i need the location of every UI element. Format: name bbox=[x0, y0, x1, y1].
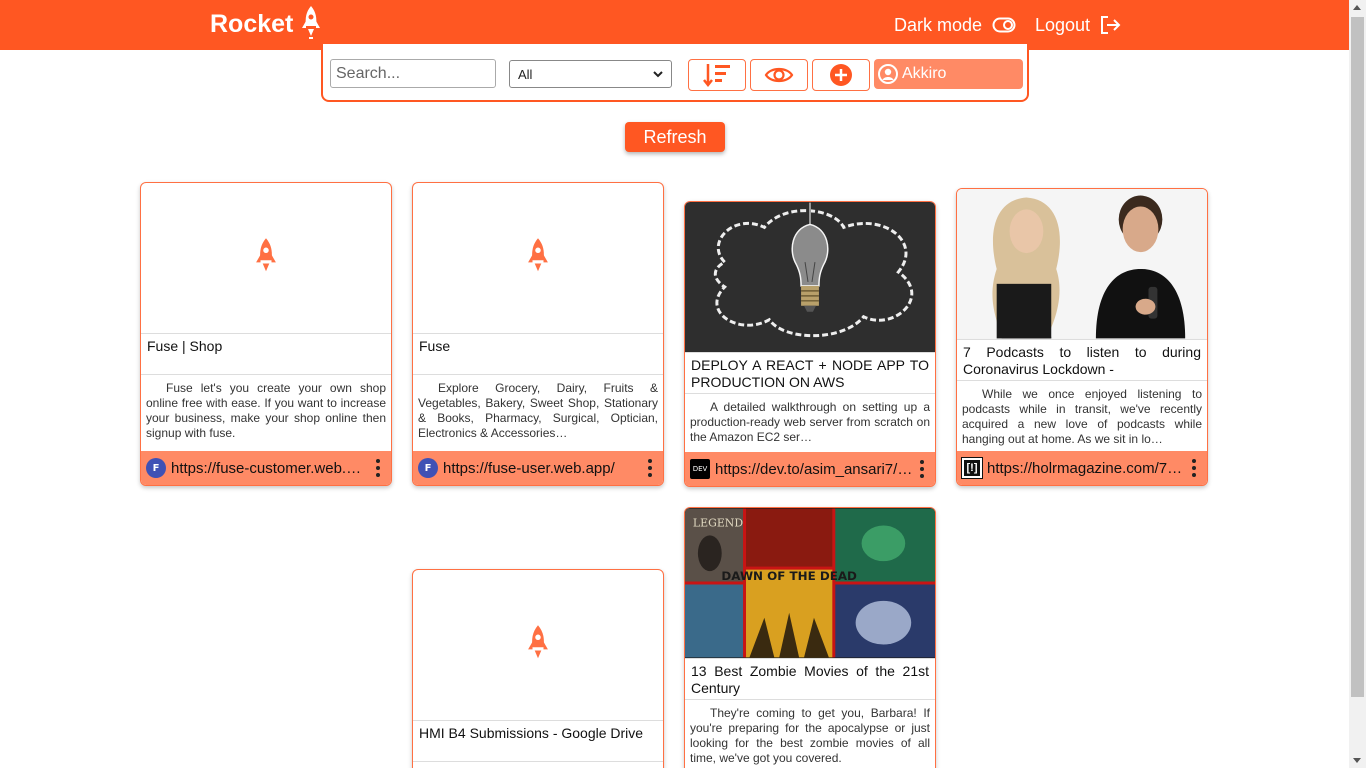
podcast-hosts-illustration bbox=[957, 189, 1207, 339]
refresh-button[interactable]: Refresh bbox=[625, 122, 725, 152]
card-title: HMI B4 Submissions - Google Drive bbox=[413, 720, 663, 762]
page-scrollbar[interactable] bbox=[1349, 0, 1366, 768]
toggle-icon bbox=[992, 17, 1016, 33]
card-thumbnail bbox=[141, 183, 391, 333]
fuse-icon: F bbox=[418, 458, 438, 478]
card-description: They're coming to get you, Barbara! If y… bbox=[690, 706, 930, 765]
more-options-icon[interactable] bbox=[647, 459, 653, 477]
card-title: 7 Podcasts to listen to during Coronavir… bbox=[957, 339, 1207, 381]
brand-logo[interactable]: Rocket bbox=[210, 4, 323, 44]
zombie-movies-collage: LEGEND DAWN OF THE DEAD bbox=[685, 508, 935, 658]
bookmark-card[interactable]: Fuse | Shop Fuse let's you create your o… bbox=[140, 182, 392, 486]
user-profile-button[interactable]: Akkiro bbox=[874, 59, 1023, 89]
eye-icon bbox=[764, 67, 794, 83]
card-description: Explore Grocery, Dairy, Fruits & Vegetab… bbox=[418, 381, 658, 440]
view-toggle-button[interactable] bbox=[750, 59, 808, 91]
scrollbar-thumb[interactable] bbox=[1351, 17, 1364, 697]
user-name: Akkiro bbox=[902, 65, 947, 82]
toolbar-panel: All Akkiro bbox=[321, 44, 1029, 102]
logout-button[interactable]: Logout bbox=[1035, 0, 1122, 50]
dark-mode-label: Dark mode bbox=[894, 14, 983, 35]
holr-icon: [!] bbox=[961, 457, 983, 479]
top-navbar: Rocket Dark mode Logout bbox=[0, 0, 1349, 50]
lightbulb-image bbox=[685, 202, 935, 352]
lightbulb-illustration bbox=[685, 202, 935, 352]
rocket-icon bbox=[528, 238, 548, 272]
card-description: A detailed walkthrough on setting up a p… bbox=[690, 400, 930, 444]
card-title: 13 Best Zombie Movies of the 21st Centur… bbox=[685, 658, 935, 700]
bookmark-card[interactable]: DEPLOY A REACT + NODE APP TO PRODUCTION … bbox=[684, 201, 936, 487]
card-title: Fuse bbox=[413, 333, 663, 375]
card-footer: [!] https://holrmagazine.com/7-podcasts bbox=[957, 451, 1207, 485]
plus-circle-icon bbox=[830, 64, 852, 86]
sort-icon bbox=[703, 64, 730, 88]
poster-text-legend: LEGEND bbox=[693, 516, 743, 529]
search-input[interactable] bbox=[330, 59, 496, 88]
logout-label: Logout bbox=[1035, 14, 1091, 35]
rocket-icon bbox=[302, 6, 321, 39]
card-title: Fuse | Shop bbox=[141, 333, 391, 375]
card-description: While we once enjoyed listening to podca… bbox=[962, 387, 1202, 446]
scroll-down-arrow-icon[interactable] bbox=[1353, 758, 1361, 763]
bookmark-card[interactable]: 7 Podcasts to listen to during Coronavir… bbox=[956, 188, 1208, 486]
card-footer: F https://fuse-user.web.app/ bbox=[413, 451, 663, 485]
brand-name: Rocket bbox=[210, 9, 294, 38]
add-bookmark-button[interactable] bbox=[812, 59, 870, 91]
card-url[interactable]: https://holrmagazine.com/7-podcasts bbox=[987, 460, 1185, 477]
bookmark-card[interactable]: Fuse Explore Grocery, Dairy, Fruits & Ve… bbox=[412, 182, 664, 486]
card-footer: DEV https://dev.to/asim_ansari7/deploy-a… bbox=[685, 452, 935, 486]
poster-text-dawn: DAWN OF THE DEAD bbox=[721, 569, 857, 583]
chevron-down-icon bbox=[653, 70, 663, 77]
dev-icon: DEV bbox=[690, 459, 710, 479]
fuse-icon: F bbox=[146, 458, 166, 478]
sort-button[interactable] bbox=[688, 59, 746, 91]
bookmark-card[interactable]: HMI B4 Submissions - Google Drive bbox=[412, 569, 664, 768]
logout-icon bbox=[1101, 16, 1121, 34]
filter-select[interactable]: All bbox=[509, 60, 672, 88]
scroll-up-arrow-icon[interactable] bbox=[1353, 5, 1361, 10]
dark-mode-toggle[interactable]: Dark mode bbox=[894, 0, 1016, 50]
card-thumbnail bbox=[413, 570, 663, 720]
card-title: DEPLOY A REACT + NODE APP TO PRODUCTION … bbox=[685, 352, 935, 394]
rocket-icon bbox=[256, 238, 276, 272]
more-options-icon[interactable] bbox=[375, 459, 381, 477]
filter-selected-value: All bbox=[518, 66, 533, 82]
podcast-hosts-image bbox=[957, 189, 1207, 339]
card-url[interactable]: https://dev.to/asim_ansari7/deploy-a-rea… bbox=[715, 461, 913, 478]
card-url[interactable]: https://fuse-customer.web.app/ bbox=[171, 460, 369, 477]
rocket-icon bbox=[528, 625, 548, 659]
card-thumbnail bbox=[413, 183, 663, 333]
card-url[interactable]: https://fuse-user.web.app/ bbox=[443, 460, 641, 477]
user-avatar-icon bbox=[878, 64, 898, 84]
card-footer: F https://fuse-customer.web.app/ bbox=[141, 451, 391, 485]
more-options-icon[interactable] bbox=[919, 460, 925, 478]
bookmark-card[interactable]: LEGEND DAWN OF THE DEAD 13 Best Zombie M… bbox=[684, 507, 936, 768]
zombie-collage-illustration: LEGEND DAWN OF THE DEAD bbox=[685, 508, 935, 658]
more-options-icon[interactable] bbox=[1191, 459, 1197, 477]
card-description: Fuse let's you create your own shop onli… bbox=[146, 381, 386, 440]
